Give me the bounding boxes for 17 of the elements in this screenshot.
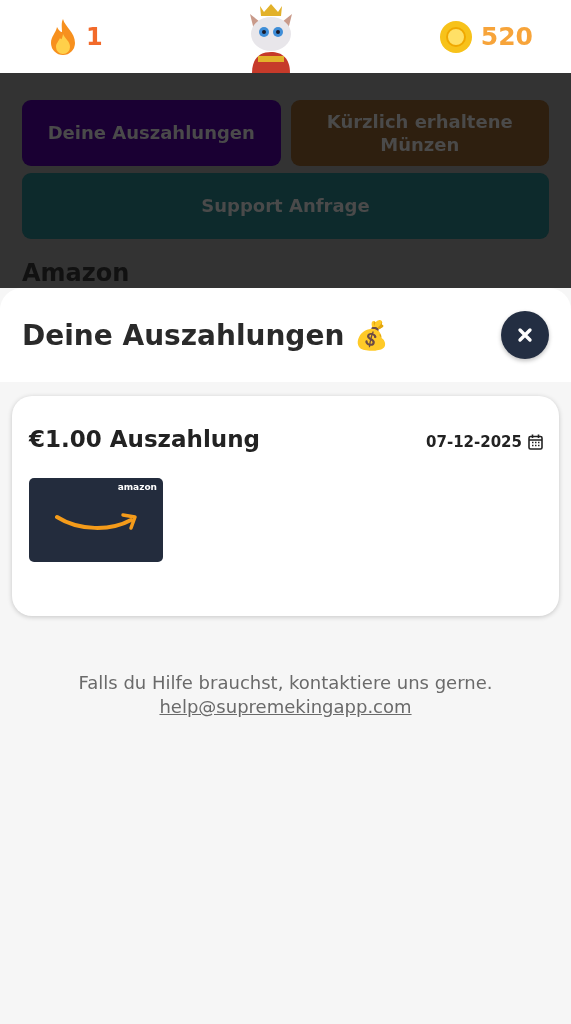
sheet-title: Deine Auszahlungen 💰 — [22, 318, 390, 352]
tab-button[interactable]: Deine Auszahlungen — [22, 100, 281, 166]
close-button[interactable] — [501, 311, 549, 359]
flame-icon — [48, 17, 78, 56]
smile-arrow-icon — [55, 511, 139, 533]
coin-icon — [438, 19, 473, 54]
payout-title: €1.00 Auszahlung — [29, 426, 260, 452]
tab-button[interactable]: Support Anfrage — [22, 173, 549, 239]
card-logo-text: amazon — [117, 482, 157, 492]
email-link[interactable]: help@supremekingapp.com — [159, 696, 412, 717]
close-icon — [517, 327, 533, 343]
payout-date: 07-12-2025 — [426, 433, 522, 451]
calendar-icon — [528, 434, 543, 450]
help-text: Falls du Hilfe brauchst, kontaktiere uns gerne. — [78, 672, 493, 693]
coin-balance: 520 — [480, 22, 533, 51]
tab-button[interactable]: Kürzlich erhaltene Münzen — [290, 100, 549, 166]
streak-count: 1 — [86, 22, 103, 51]
